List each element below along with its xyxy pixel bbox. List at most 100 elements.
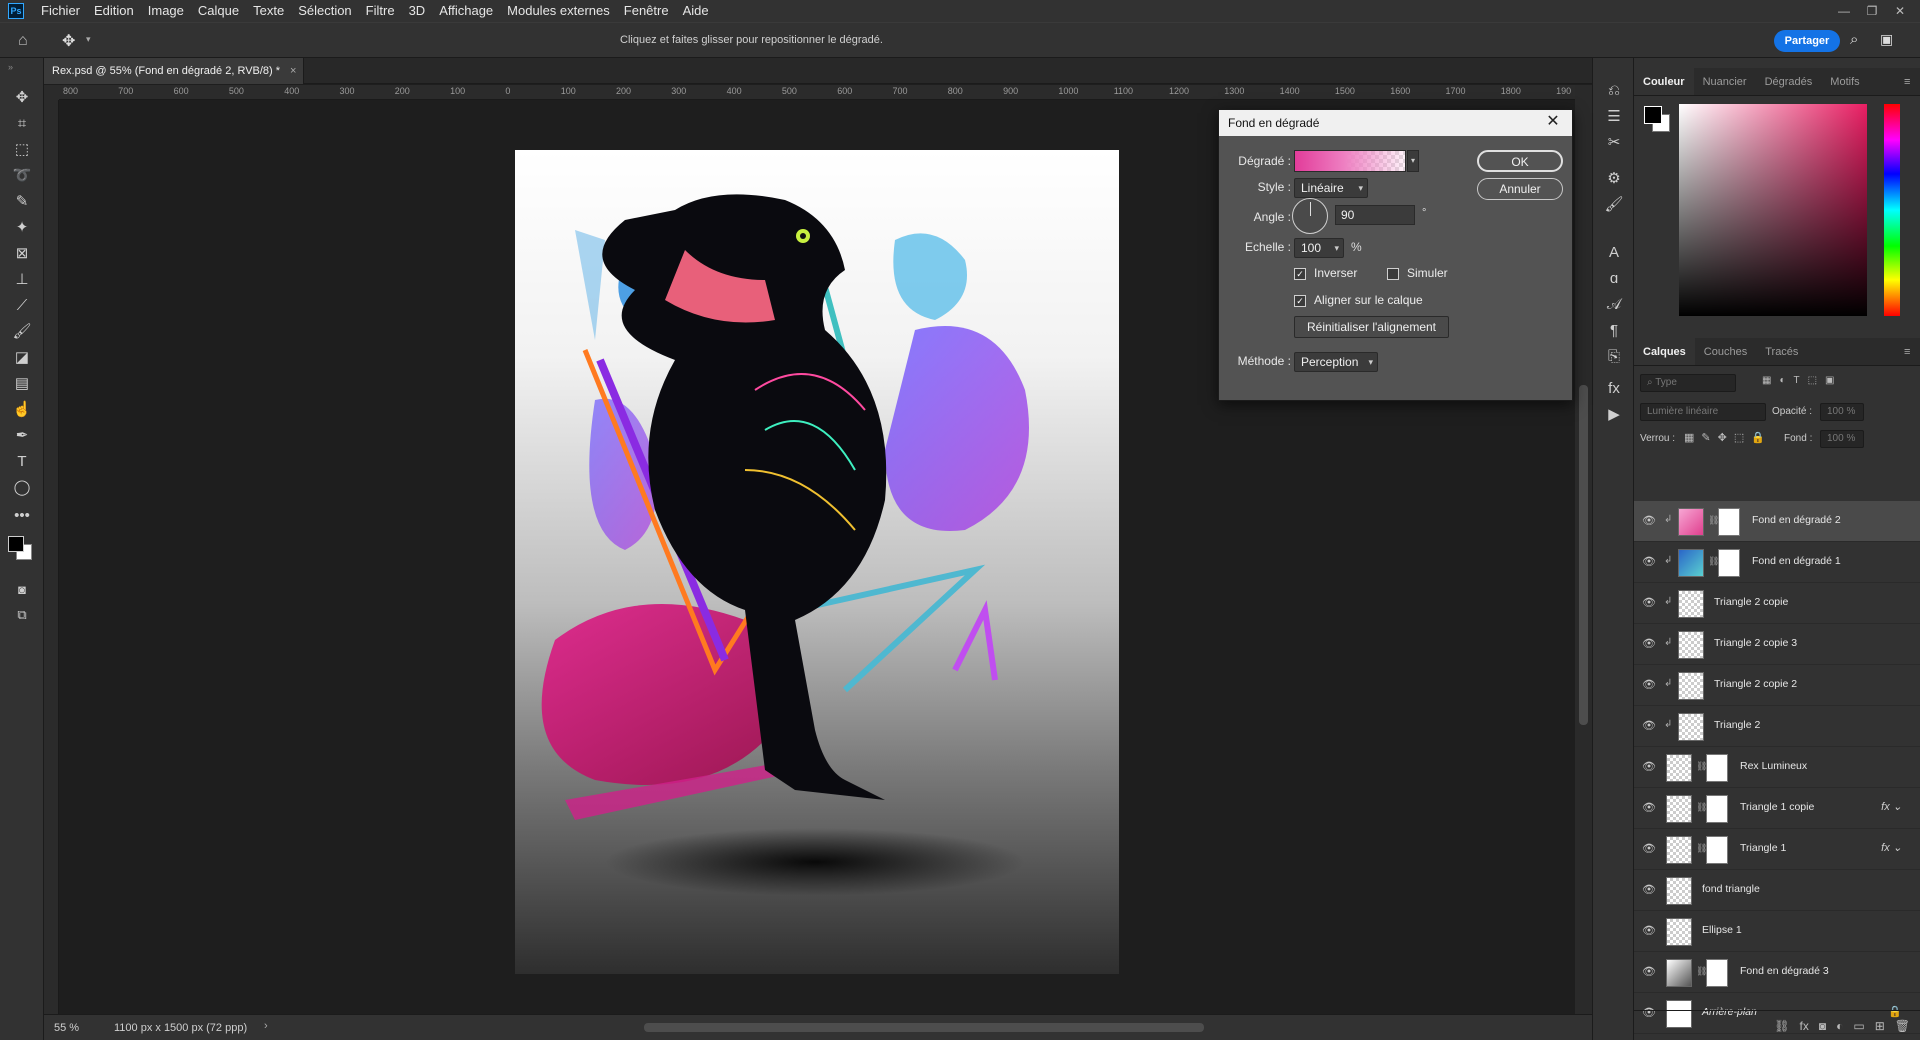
horizontal-scrollbar-thumb[interactable]	[644, 1023, 1204, 1032]
angle-dial[interactable]	[1292, 198, 1328, 234]
layer-thumbnail[interactable]	[1678, 631, 1704, 659]
gradient-tool-icon[interactable]: ▤	[10, 372, 34, 394]
actions-icon[interactable]: ▶	[1604, 404, 1624, 424]
align-checkbox[interactable]: ✓	[1294, 295, 1306, 307]
ok-button[interactable]: OK	[1477, 150, 1563, 172]
move-tool-icon[interactable]: ✥	[62, 31, 75, 51]
lock-icons[interactable]: ▦✎✥⬚🔒	[1684, 431, 1772, 444]
eye-icon[interactable]: 👁	[1642, 883, 1656, 897]
layer-row[interactable]: 👁 ⛓ Fond en dégradé 3	[1634, 952, 1920, 993]
layer-row[interactable]: 👁 ↲ ⛓ Fond en dégradé 2	[1634, 501, 1920, 542]
dither-checkbox[interactable]	[1387, 268, 1399, 280]
layer-effects-icon[interactable]: fx ⌄	[1881, 841, 1902, 854]
eyedropper-tool-icon[interactable]: ⟋	[10, 294, 34, 316]
layer-mask-thumbnail[interactable]	[1706, 754, 1728, 782]
marquee-tool-icon[interactable]: ⬚	[10, 138, 34, 160]
color-picker-field[interactable]	[1679, 104, 1867, 316]
quick-mask-icon[interactable]: ◙	[10, 578, 34, 600]
layer-filter-input[interactable]: ⌕ Type	[1640, 374, 1736, 392]
layer-thumbnail[interactable]	[1678, 549, 1704, 577]
menu-affichage[interactable]: Affichage	[432, 0, 500, 22]
layer-row[interactable]: 👁 ↲ Triangle 2	[1634, 706, 1920, 747]
menu-selection[interactable]: Sélection	[291, 0, 358, 22]
chevron-down-icon[interactable]: ▾	[86, 34, 91, 45]
properties-icon[interactable]: ⚙	[1604, 168, 1624, 188]
layer-row[interactable]: 👁 Ellipse 1	[1634, 911, 1920, 952]
layer-thumbnail[interactable]	[1666, 836, 1692, 864]
eye-icon[interactable]: 👁	[1642, 637, 1656, 651]
tools-icon[interactable]: ✂	[1604, 132, 1624, 152]
menu-fichier[interactable]: Fichier	[34, 0, 87, 22]
gradient-dropdown-icon[interactable]: ▾	[1407, 150, 1419, 172]
document-canvas[interactable]	[515, 150, 1119, 974]
tab-traces[interactable]: Tracés	[1756, 338, 1807, 365]
layer-thumbnail[interactable]	[1678, 590, 1704, 618]
layer-filter-icons[interactable]: ▦◐T⬚▣	[1762, 375, 1843, 386]
opacity-input[interactable]: 100 %	[1820, 403, 1864, 421]
close-window-icon[interactable]: ✕	[1886, 0, 1914, 22]
eye-icon[interactable]: 👁	[1642, 719, 1656, 733]
share-button[interactable]: Partager	[1774, 30, 1840, 52]
gradient-preview[interactable]	[1294, 150, 1406, 172]
menu-filtre[interactable]: Filtre	[359, 0, 402, 22]
close-icon[interactable]: ✕	[1544, 113, 1562, 131]
layer-thumbnail[interactable]	[1666, 754, 1692, 782]
glyphs-icon[interactable]: ɑ	[1604, 268, 1624, 288]
new-group-icon[interactable]: ▭	[1853, 1019, 1864, 1033]
link-layers-icon[interactable]: ⛓	[1774, 1019, 1789, 1033]
eye-icon[interactable]: 👁	[1642, 965, 1656, 979]
eye-icon[interactable]: 👁	[1642, 514, 1656, 528]
reset-alignment-button[interactable]: Réinitialiser l'alignement	[1294, 316, 1449, 338]
vertical-scrollbar-thumb[interactable]	[1579, 385, 1588, 725]
layer-mask-thumbnail[interactable]	[1706, 795, 1728, 823]
screen-mode-icon[interactable]: ⧉	[10, 604, 34, 626]
new-layer-icon[interactable]: ⊞	[1875, 1019, 1885, 1033]
home-icon[interactable]: ⌂	[18, 32, 28, 50]
layer-row[interactable]: 👁 fond triangle	[1634, 870, 1920, 911]
crop-tool-icon[interactable]: ⌗	[10, 112, 34, 134]
layer-thumbnail[interactable]	[1678, 713, 1704, 741]
collapse-icon[interactable]: »	[8, 62, 13, 72]
reverse-checkbox[interactable]: ✓	[1294, 268, 1306, 280]
eye-icon[interactable]: 👁	[1642, 555, 1656, 569]
lasso-tool-icon[interactable]: ➰	[10, 164, 34, 186]
layer-mask-thumbnail[interactable]	[1718, 549, 1740, 577]
tab-calques[interactable]: Calques	[1634, 338, 1695, 365]
minimize-icon[interactable]: —	[1830, 0, 1858, 22]
layer-row[interactable]: 👁 ↲ ⛓ Fond en dégradé 1	[1634, 542, 1920, 583]
angle-input[interactable]	[1335, 205, 1415, 225]
workspace-icon[interactable]: ▣	[1880, 31, 1893, 48]
move-tool-icon[interactable]: ✥	[10, 86, 34, 108]
eye-icon[interactable]: 👁	[1642, 801, 1656, 815]
tab-nuancier[interactable]: Nuancier	[1694, 68, 1756, 95]
menu-modules-externes[interactable]: Modules externes	[500, 0, 617, 22]
eye-icon[interactable]: 👁	[1642, 842, 1656, 856]
tab-motifs[interactable]: Motifs	[1821, 68, 1868, 95]
magic-wand-icon[interactable]: ✦	[10, 216, 34, 238]
layer-row[interactable]: 👁 ↲ Triangle 2 copie 3	[1634, 624, 1920, 665]
adjustments-icon[interactable]: ☰	[1604, 106, 1624, 126]
pen-tool-icon[interactable]: ✒	[10, 424, 34, 446]
menu-texte[interactable]: Texte	[246, 0, 291, 22]
chevron-right-icon[interactable]: ›	[264, 1020, 268, 1032]
layer-row[interactable]: 👁 ⛓ Triangle 1 fx ⌄	[1634, 829, 1920, 870]
add-mask-icon[interactable]: ◙	[1819, 1019, 1826, 1033]
menu-edition[interactable]: Edition	[87, 0, 141, 22]
styles-icon[interactable]: fx	[1604, 378, 1624, 398]
eye-icon[interactable]: 👁	[1642, 678, 1656, 692]
layer-thumbnail[interactable]	[1678, 508, 1704, 536]
layers-menu-icon[interactable]: ≡	[1904, 346, 1910, 358]
layer-thumbnail[interactable]	[1666, 877, 1692, 905]
layer-row[interactable]: 👁 ⛓ Triangle 1 copie fx ⌄	[1634, 788, 1920, 829]
menu-image[interactable]: Image	[141, 0, 191, 22]
layer-thumbnail[interactable]	[1666, 918, 1692, 946]
style-select[interactable]: Linéaire ▾	[1294, 178, 1368, 198]
menu-3d[interactable]: 3D	[402, 0, 433, 22]
layer-effects-icon[interactable]: fx ⌄	[1881, 800, 1902, 813]
tab-couches[interactable]: Couches	[1695, 338, 1756, 365]
eraser-tool-icon[interactable]: ◪	[10, 346, 34, 368]
layer-thumbnail[interactable]	[1666, 959, 1692, 987]
vertical-scrollbar[interactable]	[1575, 85, 1592, 1014]
more-tools-icon[interactable]: •••	[10, 504, 34, 526]
menu-fenetre[interactable]: Fenêtre	[617, 0, 676, 22]
